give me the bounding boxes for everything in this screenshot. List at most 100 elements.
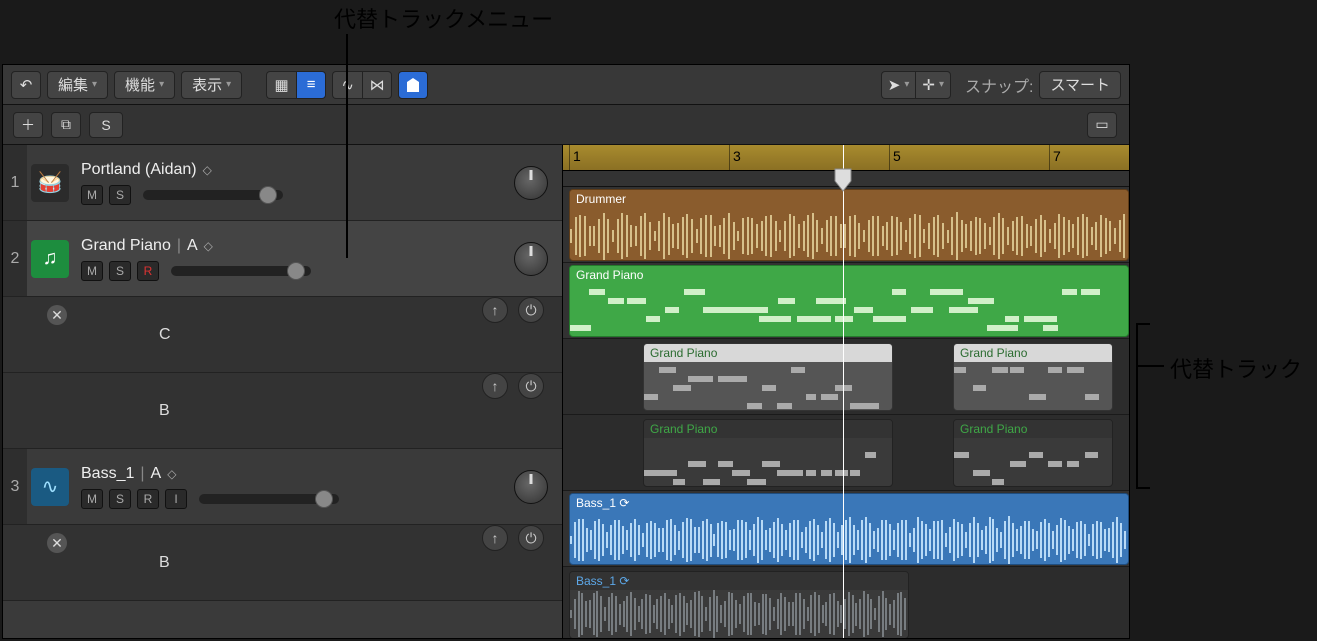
- record-button[interactable]: R: [137, 489, 159, 509]
- mute-button[interactable]: M: [81, 489, 103, 509]
- playhead-handle-icon[interactable]: [833, 167, 853, 193]
- region-label: Bass_1 ⟳: [570, 494, 1128, 512]
- record-button[interactable]: R: [137, 261, 159, 281]
- flex-button[interactable]: ⋈: [362, 71, 392, 99]
- solo-button[interactable]: S: [89, 112, 123, 138]
- mute-button[interactable]: M: [81, 261, 103, 281]
- pan-knob[interactable]: [514, 242, 548, 276]
- region-label: Grand Piano: [570, 266, 1128, 284]
- back-button[interactable]: ↶: [11, 71, 41, 99]
- lane-track-3[interactable]: Bass_1 ⟳: [563, 491, 1129, 567]
- lane-track-2-alt-b[interactable]: Grand Piano Grand Piano: [563, 415, 1129, 491]
- lane-track-3-alt-b[interactable]: Bass_1 ⟳: [563, 567, 1129, 639]
- track-name[interactable]: Grand Piano | A ◇: [81, 237, 554, 255]
- alt-menu-chevron-icon[interactable]: ◇: [204, 239, 213, 253]
- track-name-text: Grand Piano: [81, 237, 171, 255]
- close-alt-button[interactable]: ✕: [47, 533, 67, 553]
- power-alt-button[interactable]: ⏻: [518, 525, 544, 551]
- alt-label: B: [83, 554, 170, 572]
- track-header-config-button[interactable]: ▭: [1087, 112, 1117, 138]
- alt-label: C: [83, 326, 171, 344]
- alt-menu-chevron-icon[interactable]: ◇: [167, 467, 176, 481]
- pan-knob[interactable]: [514, 166, 548, 200]
- region-piano-a[interactable]: Grand Piano: [569, 265, 1129, 337]
- region-piano-c-2[interactable]: Grand Piano: [953, 343, 1113, 411]
- promote-alt-button[interactable]: ↑: [482, 297, 508, 323]
- track-alt-row[interactable]: ✕ B ↑ ⏻: [3, 525, 562, 601]
- alt-menu-chevron-icon[interactable]: ◇: [203, 163, 212, 177]
- secondary-tool[interactable]: ✛▾: [915, 71, 951, 99]
- close-alt-button[interactable]: ✕: [47, 305, 67, 325]
- region-label: Grand Piano: [954, 344, 1112, 362]
- lane-track-1[interactable]: Drummer: [563, 187, 1129, 263]
- power-alt-button[interactable]: ⏻: [518, 373, 544, 399]
- track-name[interactable]: Portland (Aidan) ◇: [81, 161, 554, 179]
- power-alt-button[interactable]: ⏻: [518, 297, 544, 323]
- view-label: 表示: [192, 74, 222, 95]
- callout-line-2b: [1136, 323, 1150, 325]
- loop-icon: ⟳: [619, 574, 629, 588]
- callout-alt-tracks: 代替トラック: [1170, 352, 1302, 384]
- mute-button[interactable]: M: [81, 185, 103, 205]
- track-icon-audio[interactable]: ∿: [27, 449, 73, 524]
- snap-value[interactable]: スマート: [1039, 71, 1121, 99]
- region-label: Grand Piano: [954, 420, 1112, 438]
- region-piano-b-1[interactable]: Grand Piano: [643, 419, 893, 487]
- track-icon-drum[interactable]: 🥁: [27, 145, 73, 220]
- function-label: 機能: [125, 74, 155, 95]
- region-drummer[interactable]: Drummer: [569, 189, 1129, 261]
- track-name-text: Bass_1: [81, 465, 134, 483]
- callout-line-2a: [1136, 323, 1138, 489]
- toolbar: ↶ 編集▾ 機能▾ 表示▾ ▦ ≡ ∿ ⋈ ➤▾ ✛▾ スナップ: スマート: [3, 65, 1129, 105]
- track-header-2[interactable]: 2 ♫ Grand Piano | A ◇ M S R: [3, 221, 562, 297]
- track-name-text: Portland (Aidan): [81, 161, 197, 179]
- pointer-tool[interactable]: ➤▾: [881, 71, 916, 99]
- solo-track-button[interactable]: S: [109, 261, 131, 281]
- lane-track-2[interactable]: Grand Piano: [563, 263, 1129, 339]
- function-menu[interactable]: 機能▾: [114, 71, 175, 99]
- solo-track-button[interactable]: S: [109, 185, 131, 205]
- region-bass-b[interactable]: Bass_1 ⟳: [569, 571, 909, 639]
- input-mon-button[interactable]: I: [165, 489, 187, 509]
- main-split: 1 🥁 Portland (Aidan) ◇ M S 2: [3, 145, 1129, 638]
- view-menu[interactable]: 表示▾: [181, 71, 242, 99]
- solo-track-button[interactable]: S: [109, 489, 131, 509]
- add-track-button[interactable]: ＋: [13, 112, 43, 138]
- app-window: ↶ 編集▾ 機能▾ 表示▾ ▦ ≡ ∿ ⋈ ➤▾ ✛▾ スナップ: スマート ＋…: [2, 64, 1130, 639]
- duplicate-track-button[interactable]: ⧉: [51, 112, 81, 138]
- track-alt-row[interactable]: B ↑ ⏻: [3, 373, 562, 449]
- region-piano-c-1[interactable]: Grand Piano: [643, 343, 893, 411]
- timeline[interactable]: 1 3 5 7 Drummer: [563, 145, 1129, 638]
- pan-knob[interactable]: [514, 470, 548, 504]
- track-alt-row[interactable]: ✕ C ↑ ⏻: [3, 297, 562, 373]
- edit-menu[interactable]: 編集▾: [47, 71, 108, 99]
- volume-slider[interactable]: [199, 494, 339, 504]
- callout-line-2d: [1136, 365, 1164, 367]
- list-view-button[interactable]: ≡: [296, 71, 326, 99]
- track-headers: 1 🥁 Portland (Aidan) ◇ M S 2: [3, 145, 563, 638]
- loop-icon: ⟳: [619, 496, 629, 510]
- bar-number: 7: [1053, 148, 1061, 164]
- track-subbar: ＋ ⧉ S ▭: [3, 105, 1129, 145]
- region-piano-b-2[interactable]: Grand Piano: [953, 419, 1113, 487]
- region-bass-a[interactable]: Bass_1 ⟳: [569, 493, 1129, 565]
- automation-button[interactable]: ∿: [332, 71, 362, 99]
- promote-alt-button[interactable]: ↑: [482, 373, 508, 399]
- alt-label: B: [83, 402, 170, 420]
- volume-slider[interactable]: [143, 190, 283, 200]
- track-name[interactable]: Bass_1 | A ◇: [81, 465, 554, 483]
- lane-track-2-alt-c[interactable]: Grand Piano Grand Piano: [563, 339, 1129, 415]
- grid-view-button[interactable]: ▦: [266, 71, 296, 99]
- catch-playhead-button[interactable]: [398, 71, 428, 99]
- promote-alt-button[interactable]: ↑: [482, 525, 508, 551]
- lanes: Drummer Grand Piano Grand Piano: [563, 187, 1129, 639]
- track-header-3[interactable]: 3 ∿ Bass_1 | A ◇ M S R I: [3, 449, 562, 525]
- track-header-1[interactable]: 1 🥁 Portland (Aidan) ◇ M S: [3, 145, 562, 221]
- alt-close-wrap: ✕: [3, 525, 73, 600]
- volume-slider[interactable]: [171, 266, 311, 276]
- callout-alt-menu: 代替トラックメニュー: [334, 2, 553, 34]
- track-icon-midi[interactable]: ♫: [27, 221, 73, 296]
- track-number: 2: [3, 221, 27, 296]
- track-alt-suffix: A: [187, 237, 198, 255]
- alt-close-wrap: ✕: [3, 297, 73, 372]
